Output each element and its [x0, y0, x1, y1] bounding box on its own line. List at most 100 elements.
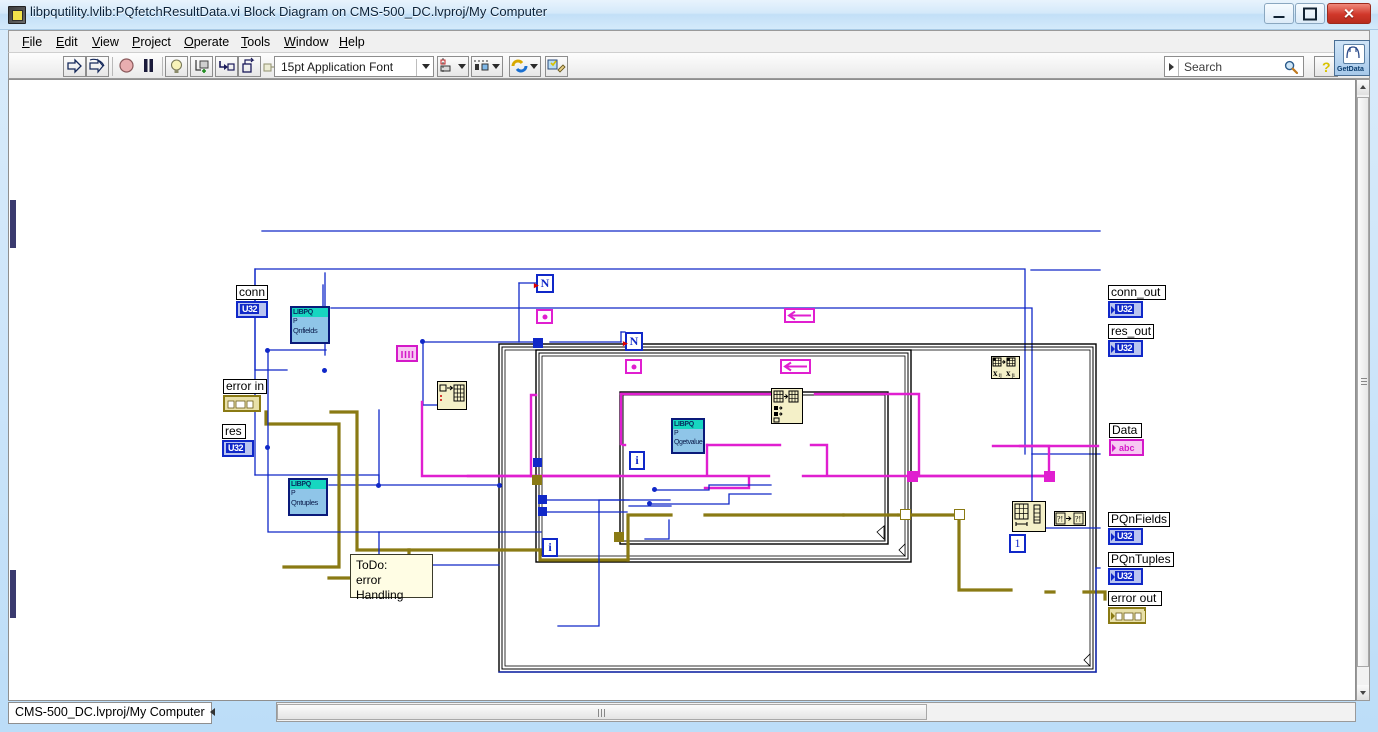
tunnel-outer-loop-left-2[interactable]	[533, 458, 542, 467]
minimize-button[interactable]	[1264, 3, 1294, 24]
reverse-1d-array-node-inner[interactable]	[780, 359, 811, 374]
numeric-constant-one[interactable]: 1	[1009, 534, 1026, 553]
window-title: libpqutility.lvlib:PQfetchResultData.vi …	[30, 4, 548, 19]
step-into-button[interactable]	[215, 56, 238, 77]
status-context-label[interactable]: CMS-500_DC.lvproj/My Computer	[8, 702, 212, 724]
diagram-left-marker-bottom	[10, 570, 16, 618]
iteration-terminal-inner[interactable]: i	[629, 451, 645, 470]
diagram-wires	[254, 230, 1107, 673]
diagram-comment-todo[interactable]: ToDo: error Handling	[350, 554, 433, 602]
wire-junction	[647, 501, 652, 506]
iteration-terminal-outer[interactable]: i	[542, 538, 558, 557]
terminal-res-out[interactable]: U32	[1108, 340, 1143, 357]
tunnel-inner-loop-left-2[interactable]	[538, 507, 547, 516]
terminal-conn-out[interactable]: U32	[1108, 301, 1143, 318]
maximize-button[interactable]	[1295, 3, 1325, 24]
run-continuously-button[interactable]	[86, 56, 109, 77]
font-selector-label: 15pt Application Font	[281, 60, 394, 74]
menu-item-tools[interactable]: Tools	[236, 34, 275, 50]
tunnel-outer-error-right[interactable]	[954, 509, 965, 520]
vertical-scrollbar[interactable]	[1356, 79, 1370, 701]
search-input[interactable]: Search	[1164, 56, 1304, 77]
initialize-array-node[interactable]	[437, 381, 467, 410]
datatype-u32: U32	[240, 304, 260, 314]
menu-item-operate[interactable]: Operate	[179, 34, 234, 50]
count-terminal-label: N	[629, 334, 639, 348]
comment-line-1: ToDo:	[356, 558, 388, 572]
iteration-terminal-label: i	[548, 540, 552, 554]
status-bar: CMS-500_DC.lvproj/My Computer	[8, 702, 1370, 724]
replace-array-subset-node[interactable]	[771, 388, 803, 424]
menu-item-project[interactable]: Project	[127, 34, 176, 50]
terminal-label-res-out: res_out	[1108, 324, 1154, 339]
wire-junction	[652, 487, 657, 492]
menu-item-window[interactable]: Window	[279, 34, 333, 50]
labview-app-icon	[8, 6, 26, 24]
step-over-button[interactable]	[238, 56, 261, 77]
loop-count-terminal-outer[interactable]: N ▸	[534, 274, 554, 293]
diagram-left-marker-top	[10, 200, 16, 248]
distribute-objects-button[interactable]	[471, 56, 503, 77]
clean-up-diagram-button[interactable]	[545, 56, 568, 77]
font-selector[interactable]: 15pt Application Font	[274, 56, 434, 77]
pause-button[interactable]	[138, 56, 159, 77]
subvi-line2: Qntuples	[291, 498, 318, 507]
shift-register-outer[interactable]	[536, 309, 553, 324]
subvi-pqgetvalue[interactable]: LIBPQ P Qgetvalue	[671, 418, 705, 454]
close-button[interactable]: ✕	[1327, 3, 1371, 24]
labview-window: libpqutility.lvlib:PQfetchResultData.vi …	[0, 0, 1378, 732]
terminal-label-pqnfields: PQnFields	[1108, 512, 1170, 527]
tunnel-outer-error[interactable]	[532, 475, 542, 485]
menu-item-view[interactable]: View	[87, 34, 124, 50]
align-objects-button[interactable]	[437, 56, 469, 77]
scroll-down-button[interactable]	[1357, 685, 1369, 700]
block-diagram-canvas[interactable]: conn U32 error in res U32 conn_out U32 r…	[8, 79, 1356, 701]
terminal-error-out[interactable]	[1108, 607, 1146, 624]
reverse-1d-array-node-outer[interactable]	[784, 308, 815, 323]
highlight-execution-button[interactable]	[165, 56, 188, 77]
tunnel-inner-loop-left[interactable]	[538, 495, 547, 504]
terminal-conn[interactable]: U32	[236, 301, 268, 318]
svg-text:?!: ?!	[1075, 515, 1081, 524]
toolbar: 15pt Application Font Search ?	[8, 52, 1370, 79]
scroll-up-button[interactable]	[1357, 80, 1369, 95]
tunnel-outer-loop-left[interactable]	[533, 338, 543, 348]
terminal-pqnfields[interactable]: U32	[1108, 528, 1143, 545]
menu-item-help[interactable]: Help	[334, 34, 370, 50]
tunnel-inner-error[interactable]	[614, 532, 624, 542]
terminal-data[interactable]: abc	[1109, 439, 1144, 456]
terminal-res[interactable]: U32	[222, 440, 254, 457]
terminal-error-in[interactable]	[223, 395, 261, 412]
menu-item-edit[interactable]: Edit	[51, 34, 83, 50]
vertical-scroll-thumb[interactable]	[1357, 97, 1369, 667]
shift-register-inner[interactable]	[625, 359, 642, 374]
reorder-button[interactable]	[509, 56, 541, 77]
title-bar: libpqutility.lvlib:PQfetchResultData.vi …	[0, 0, 1378, 30]
subvi-pqnfields[interactable]: LIBPQ P Qnfields	[290, 306, 330, 344]
loop-count-terminal-inner[interactable]: N ▸	[623, 332, 643, 351]
getdata-toolbutton[interactable]: GetData	[1334, 40, 1370, 76]
terminal-pqntuples[interactable]: U32	[1108, 568, 1143, 585]
subvi-line1: P	[291, 490, 296, 497]
run-button[interactable]	[63, 56, 86, 77]
wire-junction	[265, 348, 270, 353]
menu-item-file[interactable]: File	[17, 34, 47, 50]
index-array-node[interactable]	[1012, 501, 1046, 532]
abort-execution-button[interactable]	[116, 56, 137, 77]
empty-string-constant[interactable]	[396, 345, 418, 362]
tunnel-outer-magenta[interactable]	[1044, 471, 1055, 482]
horizontal-scrollbar[interactable]	[276, 702, 1356, 722]
subvi-pqntuples[interactable]: LIBPQ P Qntuples	[288, 478, 328, 516]
retain-wire-values-button[interactable]	[190, 56, 213, 77]
svg-text:?!: ?!	[1057, 515, 1063, 524]
svg-text:ji: ji	[1011, 373, 1016, 378]
horizontal-scroll-thumb[interactable]	[277, 704, 927, 720]
status-resize-icon[interactable]	[210, 708, 215, 716]
tunnel-innermost-magenta[interactable]	[907, 471, 918, 482]
tunnel-inner-error-right[interactable]	[900, 509, 911, 520]
subvi-line2: Qnfields	[293, 326, 318, 335]
terminal-label-conn-out: conn_out	[1108, 285, 1166, 300]
datatype-u32: U32	[226, 443, 246, 453]
transpose-2d-array-node[interactable]: x ij x ji	[991, 356, 1020, 379]
error-cluster-convert-node[interactable]: ?! ?!	[1054, 511, 1086, 526]
